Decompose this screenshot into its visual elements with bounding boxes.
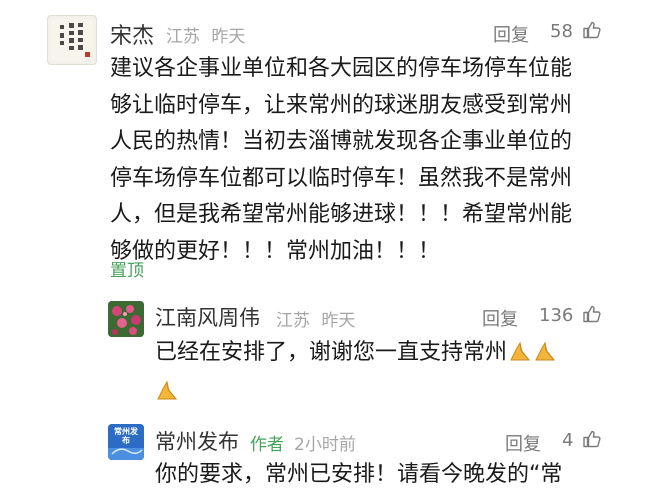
reply-like-button[interactable]: 136 bbox=[539, 304, 602, 326]
comment-location: 江苏 bbox=[166, 27, 200, 47]
comment-reply-button[interactable]: 回复 bbox=[493, 21, 529, 47]
thumbs-up-icon bbox=[582, 21, 601, 39]
author-reply-time: 2小时前 bbox=[294, 435, 356, 455]
reply-like-count: 136 bbox=[539, 305, 574, 326]
avatar-caption: 常州发布 bbox=[114, 427, 138, 445]
thumbs-up-icon bbox=[583, 430, 601, 448]
comment-line: 建议各企事业单位和各大园区的停车场停车位能 bbox=[110, 56, 573, 81]
comment-line: 停车场停车位都可以临时停车！虽然我不是常州 bbox=[110, 165, 573, 191]
flower-avatar-icon bbox=[108, 301, 144, 337]
author-like-button[interactable]: 4 bbox=[562, 429, 602, 451]
author-badge: 作者 bbox=[250, 435, 284, 455]
comment-time: 昨天 bbox=[211, 27, 246, 47]
reply-body: 已经在安排了，谢谢您一直支持常州 bbox=[155, 335, 625, 410]
comment-line: 人民的热情！当初去淄博就发现各企事业单位的 bbox=[110, 129, 573, 154]
reply-avatar[interactable] bbox=[108, 301, 144, 337]
commenter-name[interactable]: 宋杰 bbox=[110, 18, 154, 50]
author-reply-line: 你的要求，常州已安排！请看今晚发的“常 bbox=[155, 462, 563, 487]
reply-reply-button[interactable]: 回复 bbox=[482, 305, 518, 331]
reply-time: 昨天 bbox=[321, 311, 356, 331]
author-like-count: 4 bbox=[562, 430, 574, 451]
calligraphy-avatar-icon bbox=[51, 19, 93, 61]
commenter-avatar[interactable] bbox=[47, 15, 97, 65]
reply-line: 已经在安排了，谢谢您一直支持常州 bbox=[155, 340, 508, 365]
comment-line: 够做的更好！！！常州加油！！！ bbox=[110, 238, 441, 264]
author-avatar[interactable]: 常州发布 bbox=[108, 424, 144, 460]
praying-hands-emoji-icon bbox=[535, 341, 556, 361]
author-name[interactable]: 常州发布 bbox=[155, 426, 239, 456]
comment-body: 建议各企事业单位和各大园区的停车场停车位能 够让临时停车，让来常州的球迷朋友感受… bbox=[110, 51, 630, 270]
pinned-label: 置顶 bbox=[110, 261, 144, 281]
praying-hands-emoji-icon bbox=[157, 380, 178, 399]
reply-user-name[interactable]: 江南风周伟 bbox=[155, 302, 260, 332]
comment-line: 够让临时停车，让来常州的球迷朋友感受到常州 bbox=[110, 92, 573, 118]
praying-hands-emoji-icon bbox=[510, 341, 531, 361]
reply-location: 江苏 bbox=[276, 311, 310, 331]
comment-meta: 江苏 昨天 bbox=[166, 22, 245, 47]
comment-like-count: 58 bbox=[550, 21, 573, 42]
comment-like-button[interactable]: 58 bbox=[550, 20, 602, 42]
author-reply-body: 你的要求，常州已安排！请看今晚发的“常 bbox=[155, 457, 625, 494]
thumbs-up-icon bbox=[583, 305, 601, 323]
comment-line: 人，但是我希望常州能够进球！！！希望常州能 bbox=[110, 202, 573, 227]
reply-meta: 江苏 昨天 bbox=[276, 306, 355, 331]
author-reply-button[interactable]: 回复 bbox=[505, 430, 541, 456]
